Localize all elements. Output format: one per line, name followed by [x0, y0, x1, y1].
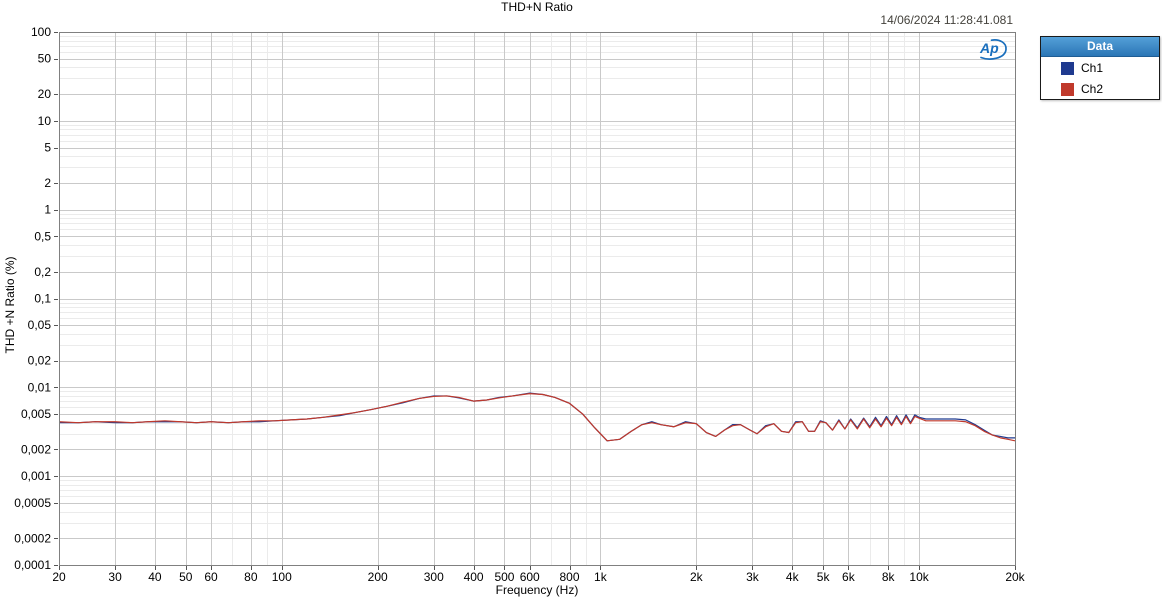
y-tick-label: 0,0005 — [14, 496, 51, 510]
y-tick-label: 0,001 — [21, 469, 51, 483]
x-tick-label: 20k — [1005, 570, 1025, 584]
y-tick-label: 50 — [38, 52, 52, 66]
y-tick-label: 0,01 — [28, 380, 52, 394]
x-tick-label: 100 — [272, 570, 292, 584]
x-tick-label: 2k — [690, 570, 704, 584]
y-tick-label: 100 — [31, 25, 51, 39]
y-tick-label: 1 — [44, 203, 51, 217]
x-tick-label: 8k — [882, 570, 896, 584]
x-tick-label: 500 — [494, 570, 514, 584]
legend-label: Ch2 — [1081, 82, 1104, 96]
x-tick-label: 300 — [424, 570, 444, 584]
curve-ch2 — [58, 393, 1016, 442]
x-tick-label: 30 — [108, 570, 122, 584]
x-tick-label: 4k — [786, 570, 800, 584]
series-curves — [58, 392, 1016, 442]
x-tick-label: 40 — [148, 570, 162, 584]
x-tick-label: 400 — [464, 570, 484, 584]
x-tick-label: 80 — [244, 570, 258, 584]
legend-swatch-ch1 — [1061, 61, 1074, 75]
x-tick-label: 800 — [560, 570, 580, 584]
y-tick-label: 0,1 — [34, 292, 51, 306]
x-tick-label: 200 — [368, 570, 388, 584]
grid-minor — [59, 32, 1015, 565]
legend-item-ch2[interactable]: Ch2 — [1041, 78, 1159, 99]
x-tick-label: 50 — [179, 570, 193, 584]
x-tick-label: 5k — [817, 570, 831, 584]
y-tick-label: 0,2 — [34, 265, 51, 279]
x-tick-label: 20 — [52, 570, 66, 584]
legend-swatch-ch2 — [1061, 82, 1074, 96]
y-tick-label: 0,0002 — [14, 531, 51, 545]
y-tick-label: 10 — [38, 114, 52, 128]
svg-text:Ap: Ap — [979, 40, 999, 56]
x-tick-label: 3k — [746, 570, 760, 584]
y-tick-label: 0,002 — [21, 442, 51, 456]
legend-panel[interactable]: Data Ch1 Ch2 — [1040, 36, 1160, 100]
y-tick-label: 0,02 — [28, 354, 52, 368]
y-tick-label: 0,5 — [34, 229, 51, 243]
ap-logo-icon: Ap — [974, 36, 1012, 62]
y-tick-label: 0,005 — [21, 407, 51, 421]
y-tick-label: 5 — [44, 141, 51, 155]
x-tick-label: 60 — [204, 570, 218, 584]
plot-area[interactable]: 20 30 40 50 60 80 100 200 300 400 500 600 800 1k 2k 3k 4… — [0, 0, 1162, 600]
legend-item-ch1[interactable]: Ch1 — [1041, 57, 1159, 78]
ap-graph-window: THD+N Ratio 14/06/2024 11:28:41.081 THD … — [0, 0, 1162, 600]
legend-title: Data — [1041, 37, 1159, 57]
legend-items: Ch1 Ch2 — [1041, 57, 1159, 99]
y-tick-label: 0,05 — [28, 318, 52, 332]
axis-ticks — [54, 32, 1016, 570]
curve-ch1 — [59, 392, 1015, 442]
y-tick-label: 20 — [38, 87, 52, 101]
x-tick-label: 1k — [594, 570, 608, 584]
tick-labels: 20 30 40 50 60 80 100 200 300 400 500 600 800 1k 2k 3k 4… — [14, 25, 1025, 584]
x-tick-label: 600 — [520, 570, 540, 584]
x-tick-label: 10k — [909, 570, 929, 584]
y-tick-label: 2 — [44, 176, 51, 190]
legend-label: Ch1 — [1081, 61, 1104, 75]
y-tick-label: 0,0001 — [14, 558, 51, 572]
x-tick-label: 6k — [842, 570, 856, 584]
